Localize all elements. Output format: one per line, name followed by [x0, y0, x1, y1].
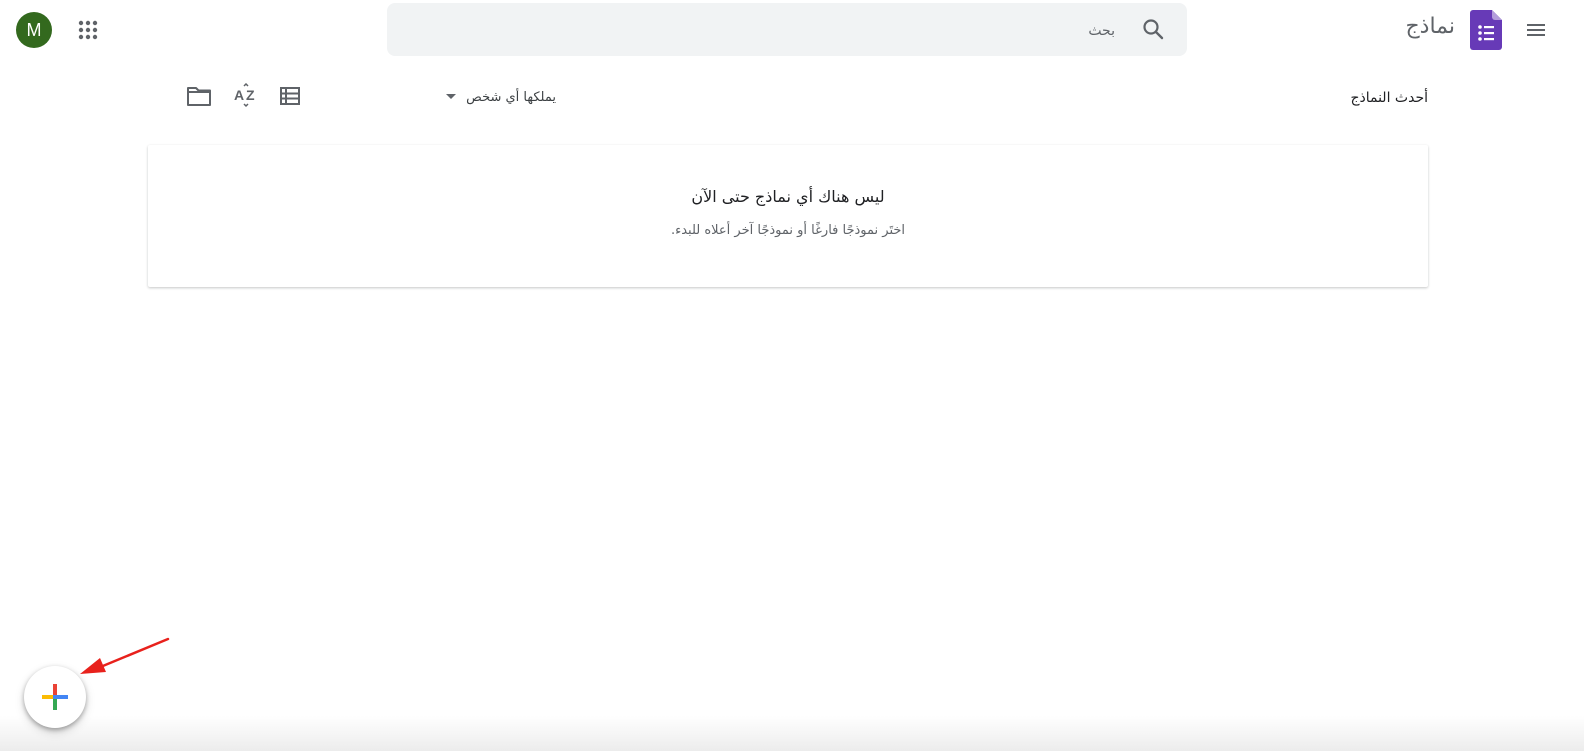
open-file-picker-button[interactable] — [182, 80, 216, 112]
apps-grid-icon — [78, 20, 98, 40]
folder-icon — [187, 87, 211, 106]
search-button[interactable] — [1135, 11, 1171, 47]
app-name: نماذج — [1405, 14, 1455, 39]
search-icon — [1143, 19, 1164, 40]
create-form-button[interactable] — [24, 666, 86, 728]
search-bar[interactable] — [387, 3, 1187, 58]
avatar-letter: M — [26, 19, 42, 40]
main-menu-button[interactable] — [1516, 10, 1556, 50]
search-input[interactable] — [407, 3, 1117, 58]
sort-button[interactable]: A Z — [230, 80, 262, 112]
svg-text:Z: Z — [246, 87, 255, 103]
empty-state-title: ليس هناك أي نماذج حتى الآن — [691, 187, 885, 206]
owner-filter-label: يملكها أي شخص — [466, 89, 556, 105]
owner-filter-dropdown[interactable]: يملكها أي شخص — [446, 86, 560, 108]
empty-state-card: ليس هناك أي نماذج حتى الآن اختَر نموذجًا… — [148, 145, 1428, 287]
annotation-arrow-icon — [80, 637, 170, 674]
empty-state-subtitle: اختَر نموذجًا فارغًا أو نموذجًا آخر أعلا… — [670, 223, 906, 238]
hamburger-menu-icon — [1527, 24, 1545, 36]
app-header: نماذج M — [0, 0, 1584, 60]
svg-text:A: A — [234, 87, 244, 103]
list-view-button[interactable] — [274, 80, 306, 112]
google-apps-button[interactable] — [68, 10, 108, 50]
list-view-icon — [280, 87, 300, 105]
account-avatar[interactable]: M — [16, 12, 52, 48]
bottom-shadow — [0, 716, 1584, 751]
section-title: أحدث النماذج — [1350, 90, 1428, 106]
forms-logo-icon — [1470, 10, 1502, 50]
add-plus-icon — [42, 684, 68, 710]
sort-az-icon: A Z — [234, 83, 255, 108]
caret-down-icon — [446, 94, 456, 99]
google-forms-logo[interactable] — [1470, 10, 1502, 50]
